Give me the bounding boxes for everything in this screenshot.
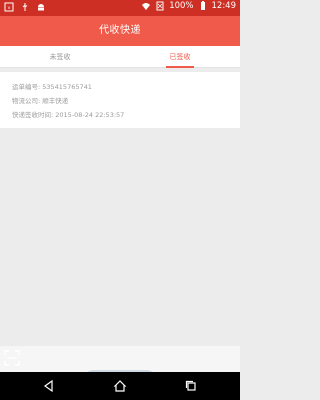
- clock: 12:49: [211, 1, 237, 11]
- tab-signed[interactable]: 已签收: [120, 46, 240, 68]
- tab-unsigned[interactable]: 未签收: [0, 46, 120, 68]
- tab-bar: 未签收 已签收: [0, 46, 240, 68]
- battery-icon: [198, 1, 208, 11]
- back-icon: [43, 379, 53, 393]
- notification-icon: v: [4, 2, 14, 12]
- tab-signed-label: 已签收: [169, 53, 191, 61]
- page-title: 代收快递: [99, 25, 141, 36]
- scan-button[interactable]: [0, 346, 240, 372]
- tracking-number: 运单编号: 535415765741: [12, 83, 92, 91]
- app-header: 代收快递: [0, 16, 240, 46]
- recent-apps-icon: [185, 380, 196, 391]
- house-outline-icon: [113, 380, 127, 392]
- android-icon: [36, 2, 46, 12]
- active-tab-indicator: [166, 66, 194, 68]
- usb-icon: [20, 2, 30, 12]
- wifi-icon: [141, 1, 151, 11]
- courier-company: 物流公司: 顺丰快递: [12, 97, 69, 105]
- package-card[interactable]: 运单编号: 535415765741 物流公司: 顺丰快递 快递签收时间: 20…: [0, 72, 240, 128]
- recent-apps-button[interactable]: [184, 379, 198, 393]
- tab-unsigned-label: 未签收: [49, 53, 71, 61]
- signed-time: 快递签收时间: 2015-08-24 22:53:57: [12, 111, 125, 119]
- scan-icon: [0, 346, 24, 370]
- system-nav-bar: [0, 372, 240, 400]
- no-sim-icon: [155, 1, 165, 11]
- home-button[interactable]: [113, 379, 127, 393]
- status-bar: v 100% 12:49: [0, 0, 240, 16]
- svg-text:v: v: [8, 6, 11, 11]
- battery-percent: 100%: [169, 1, 194, 11]
- back-button[interactable]: [42, 379, 56, 393]
